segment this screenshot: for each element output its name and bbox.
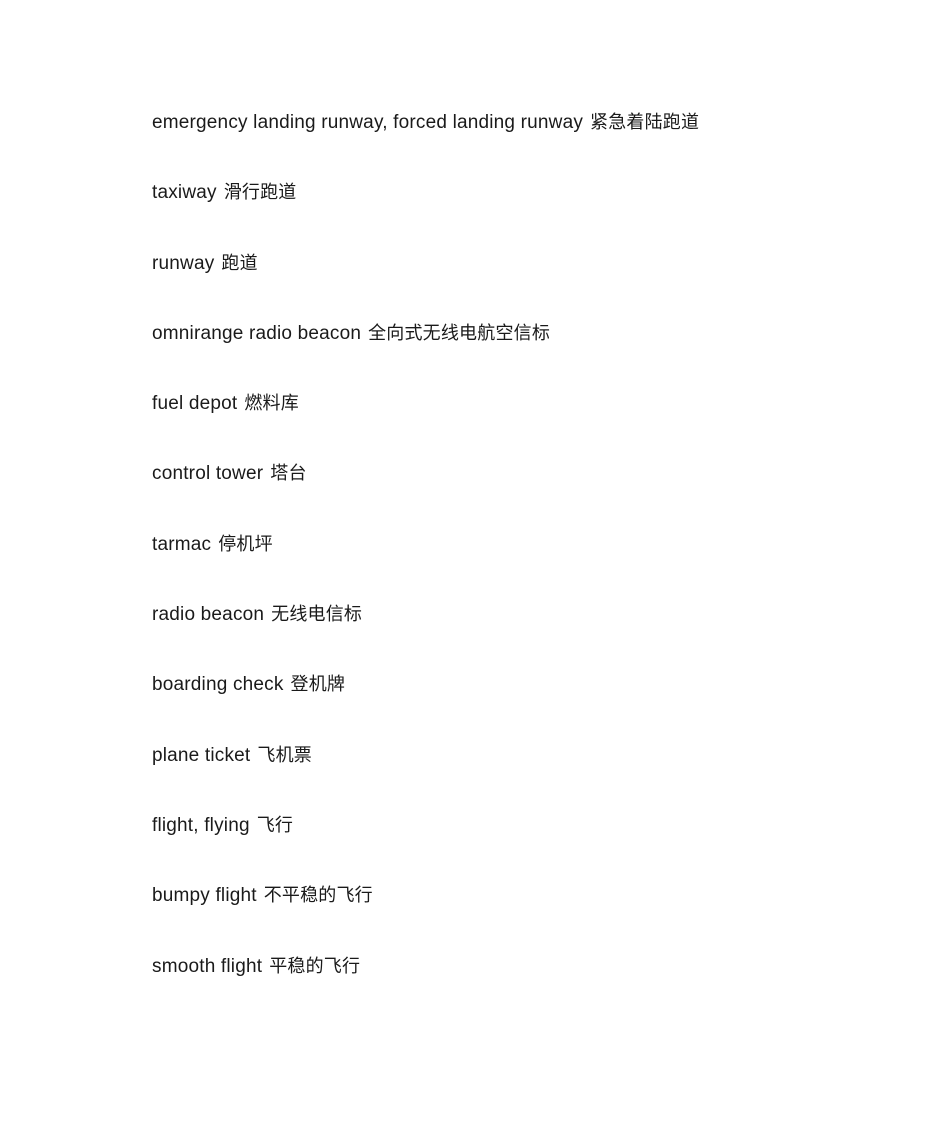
glossary-gloss: 跑道 <box>221 252 258 274</box>
glossary-gloss: 平稳的飞行 <box>269 955 361 977</box>
glossary-entry: radio beacon 无线电信标 <box>152 580 892 650</box>
glossary-gloss: 飞行 <box>256 814 294 836</box>
glossary-gloss: 不平稳的飞行 <box>263 885 373 907</box>
glossary-gloss: 全向式无线电航空信标 <box>368 322 551 344</box>
glossary-term: smooth flight <box>152 955 263 977</box>
glossary-entry: control tower 塔台 <box>152 439 892 509</box>
glossary-term: flight, flying <box>152 814 250 836</box>
glossary-entry: fuel depot 燃料库 <box>152 369 892 439</box>
glossary-term: control tower <box>152 463 264 485</box>
glossary-term: emergency landing runway, forced landing… <box>152 112 584 133</box>
glossary-gloss: 滑行跑道 <box>223 182 297 204</box>
glossary-gloss: 无线电信标 <box>271 604 363 626</box>
glossary-entry: emergency landing runway, forced landing… <box>152 88 892 158</box>
glossary-gloss: 登机牌 <box>290 674 346 696</box>
glossary-term: omnirange radio beacon <box>152 322 362 344</box>
glossary-entry: boarding check 登机牌 <box>152 650 892 720</box>
glossary-entry: omnirange radio beacon 全向式无线电航空信标 <box>152 299 892 369</box>
glossary-term: taxiway <box>152 182 217 204</box>
glossary-list: emergency landing runway, forced landing… <box>152 88 892 1002</box>
glossary-gloss: 停机坪 <box>218 533 273 555</box>
glossary-term: runway <box>152 252 215 274</box>
glossary-term: bumpy flight <box>152 885 257 907</box>
glossary-gloss: 塔台 <box>270 463 307 485</box>
glossary-entry: plane ticket 飞机票 <box>152 721 892 791</box>
glossary-term: fuel depot <box>152 393 238 415</box>
glossary-term: boarding check <box>152 674 284 696</box>
glossary-entry: tarmac 停机坪 <box>152 510 892 580</box>
glossary-entry: smooth flight 平稳的飞行 <box>152 932 892 1002</box>
glossary-term: tarmac <box>152 533 212 555</box>
glossary-gloss: 飞机票 <box>257 744 312 766</box>
glossary-entry: runway 跑道 <box>152 229 892 299</box>
glossary-entry: flight, flying 飞行 <box>152 791 892 861</box>
glossary-term: plane ticket <box>152 744 251 766</box>
document-page: emergency landing runway, forced landing… <box>0 0 945 1123</box>
glossary-entry: bumpy flight 不平稳的飞行 <box>152 861 892 931</box>
glossary-entry: taxiway 滑行跑道 <box>152 158 892 228</box>
glossary-term: radio beacon <box>152 604 265 626</box>
glossary-gloss: 紧急着陆跑道 <box>590 112 700 133</box>
glossary-gloss: 燃料库 <box>244 393 299 415</box>
